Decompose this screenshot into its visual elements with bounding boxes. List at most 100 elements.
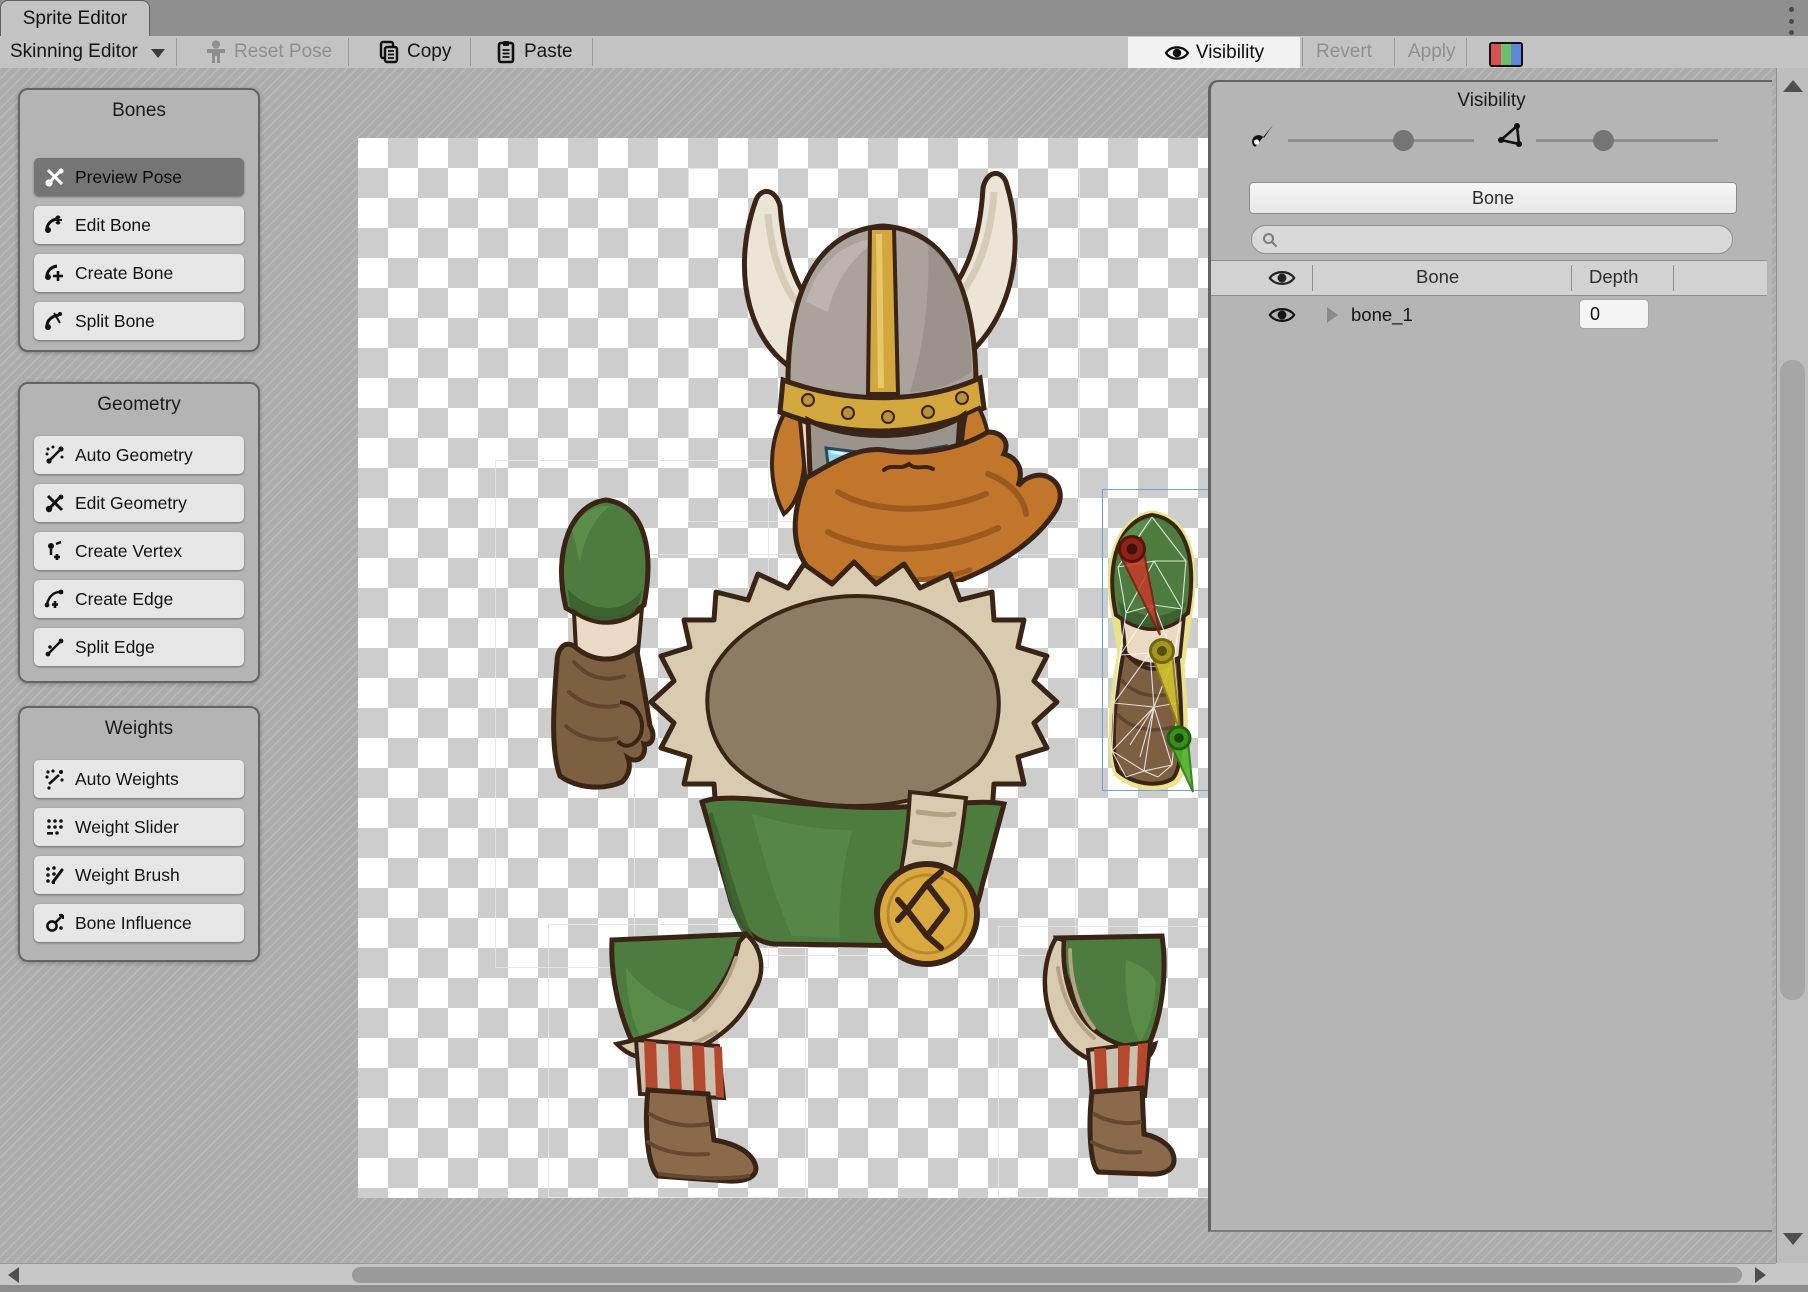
paste-button[interactable]: Paste: [495, 36, 573, 68]
bone-category-label: Bone: [1472, 188, 1514, 209]
mode-dropdown-label: Skinning Editor: [10, 41, 138, 63]
reset-pose-label: Reset Pose: [234, 41, 332, 63]
create-edge-icon: [44, 588, 66, 610]
bone-opacity-slider-knob[interactable]: [1393, 130, 1414, 151]
scroll-right-icon[interactable]: [1755, 1267, 1766, 1283]
paste-label: Paste: [524, 41, 573, 63]
auto-geometry-icon: [44, 444, 66, 466]
create-vertex-icon: [44, 540, 66, 562]
toolbar-separator: [176, 38, 177, 66]
create-vertex-button[interactable]: Create Vertex: [34, 532, 244, 570]
geometry-panel-title: Geometry: [34, 392, 244, 418]
split-edge-label: Split Edge: [75, 637, 155, 658]
visibility-toggle-button[interactable]: Visibility: [1128, 37, 1300, 68]
scroll-left-icon[interactable]: [8, 1267, 19, 1283]
kebab-menu-icon[interactable]: [1784, 5, 1798, 37]
copy-button[interactable]: Copy: [378, 36, 451, 68]
column-separator: [1673, 265, 1674, 291]
column-separator: [1312, 265, 1313, 291]
visibility-label: Visibility: [1196, 42, 1264, 64]
scroll-down-icon[interactable]: [1783, 1233, 1803, 1245]
table-row-bone-1[interactable]: bone_1: [1211, 295, 1767, 335]
copy-label: Copy: [407, 41, 451, 63]
edit-bone-icon: [44, 214, 66, 236]
color-channels-button[interactable]: [1489, 42, 1523, 67]
bone-opacity-slider-track[interactable]: [1288, 139, 1474, 142]
bone-name: bone_1: [1351, 304, 1413, 326]
create-vertex-label: Create Vertex: [75, 541, 182, 562]
create-edge-label: Create Edge: [75, 589, 173, 610]
sprite-arm-skinned[interactable]: [1096, 505, 1208, 795]
weights-panel-title: Weights: [34, 716, 244, 742]
bone-influence-icon: [44, 912, 66, 934]
eye-column-icon[interactable]: [1267, 268, 1297, 288]
weight-brush-icon: [44, 864, 66, 886]
bone-column-header[interactable]: Bone: [1416, 266, 1459, 288]
scrollbar-corner: [1776, 1263, 1808, 1285]
auto-weights-button[interactable]: Auto Weights: [34, 760, 244, 798]
search-icon: [1262, 232, 1278, 248]
bone-influence-button[interactable]: Bone Influence: [34, 904, 244, 942]
edit-bone-label: Edit Bone: [75, 215, 151, 236]
tab-title: Sprite Editor: [23, 8, 128, 30]
sprite-canvas[interactable]: [358, 138, 1208, 1198]
weights-panel: Weights Auto Weights: [18, 706, 260, 962]
apply-label: Apply: [1408, 41, 1456, 63]
create-edge-button[interactable]: Create Edge: [34, 580, 244, 618]
expand-triangle-icon[interactable]: [1327, 307, 1338, 323]
green-channel-icon: [1501, 44, 1511, 65]
preview-pose-label: Preview Pose: [75, 167, 182, 188]
sprite-editor-window: Sprite Editor Skinning Editor Reset Pose…: [0, 0, 1808, 1292]
bone-opacity-icon: [1247, 122, 1275, 150]
toolbar-separator: [470, 38, 471, 66]
depth-input[interactable]: [1579, 299, 1649, 329]
auto-weights-icon: [44, 768, 66, 790]
toolbar-separator: [592, 38, 593, 66]
split-bone-icon: [44, 310, 66, 332]
split-bone-button[interactable]: Split Bone: [34, 302, 244, 340]
copy-icon: [378, 40, 400, 64]
mode-dropdown[interactable]: Skinning Editor: [10, 36, 165, 68]
bone-category-button[interactable]: Bone: [1249, 182, 1737, 214]
row-visibility-eye-icon[interactable]: [1267, 305, 1297, 325]
mesh-opacity-slider-knob[interactable]: [1593, 130, 1614, 151]
geometry-panel: Geometry Auto Geometry: [18, 382, 260, 683]
auto-geometry-button[interactable]: Auto Geometry: [34, 436, 244, 474]
depth-column-header[interactable]: Depth: [1589, 266, 1638, 288]
scroll-up-icon[interactable]: [1783, 80, 1803, 92]
bottom-strip: [0, 1285, 1808, 1292]
preview-pose-button[interactable]: Preview Pose: [34, 158, 244, 196]
window-tab-bar: Sprite Editor: [0, 0, 1808, 36]
mesh-opacity-slider-track[interactable]: [1536, 139, 1718, 142]
apply-button[interactable]: Apply: [1408, 36, 1456, 68]
revert-button[interactable]: Revert: [1316, 36, 1372, 68]
weight-slider-button[interactable]: Weight Slider: [34, 808, 244, 846]
horizontal-scrollbar-thumb[interactable]: [352, 1267, 1742, 1283]
sprite-torso[interactable]: [642, 552, 1072, 972]
tab-sprite-editor[interactable]: Sprite Editor: [0, 0, 150, 37]
sprite-right-leg[interactable]: [1026, 930, 1178, 1182]
edit-geometry-button[interactable]: Edit Geometry: [34, 484, 244, 522]
blue-channel-icon: [1511, 44, 1521, 65]
vertical-scrollbar[interactable]: [1776, 68, 1808, 1263]
person-icon: [205, 40, 227, 64]
reset-pose-button[interactable]: Reset Pose: [205, 36, 332, 68]
split-edge-button[interactable]: Split Edge: [34, 628, 244, 666]
edit-geometry-icon: [44, 492, 66, 514]
edit-bone-button[interactable]: Edit Bone: [34, 206, 244, 244]
weight-brush-label: Weight Brush: [75, 865, 180, 886]
weight-brush-button[interactable]: Weight Brush: [34, 856, 244, 894]
edit-geometry-label: Edit Geometry: [75, 493, 187, 514]
search-box[interactable]: [1251, 225, 1733, 254]
sprite-left-leg[interactable]: [596, 928, 801, 1190]
create-bone-button[interactable]: Create Bone: [34, 254, 244, 292]
toolbar: Skinning Editor Reset Pose Copy: [0, 36, 1808, 69]
vertical-scrollbar-thumb[interactable]: [1780, 360, 1805, 1000]
sprite-head-helmet[interactable]: [688, 152, 1078, 582]
search-input[interactable]: [1284, 230, 1722, 250]
column-separator: [1571, 265, 1572, 291]
visibility-panel-title: Visibility: [1211, 90, 1772, 112]
horizontal-scrollbar[interactable]: [0, 1263, 1776, 1286]
auto-geometry-label: Auto Geometry: [75, 445, 193, 466]
preview-pose-icon: [44, 166, 66, 188]
